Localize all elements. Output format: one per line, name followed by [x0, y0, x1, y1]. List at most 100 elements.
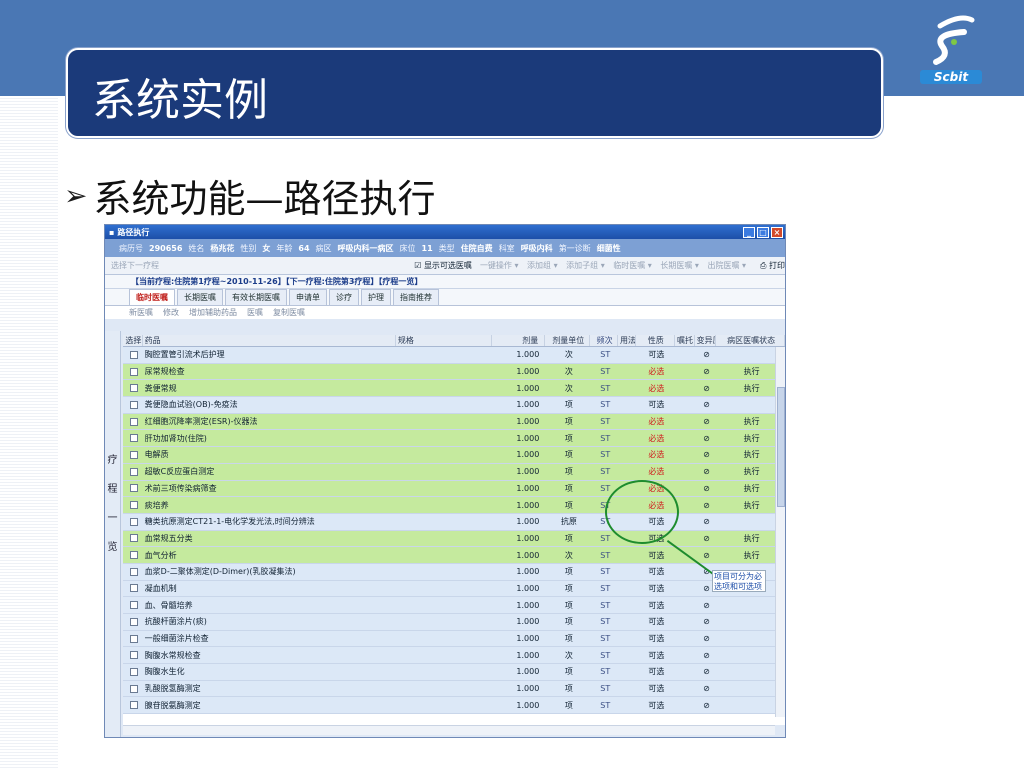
tab-item[interactable]: 有效长期医嘱 [225, 289, 287, 305]
toolbar-item[interactable]: 出院医嘱 ▾ [707, 261, 746, 270]
order-tool-button[interactable]: 复制医嘱 [273, 307, 305, 318]
toolbar-item[interactable]: 添加组 ▾ [527, 261, 560, 270]
table-row[interactable]: 乳酸脱氢酶测定 1.000 项 ST 可选 ⊘ [123, 680, 785, 698]
table-row[interactable]: 抗酸杆菌涂片(痰) 1.000 项 ST 可选 ⊘ [123, 614, 785, 631]
select-checkbox[interactable] [123, 684, 143, 693]
select-checkbox[interactable] [123, 467, 143, 476]
variance-icon[interactable]: ⊘ [695, 651, 717, 660]
select-checkbox[interactable] [123, 501, 143, 510]
variance-icon[interactable]: ⊘ [695, 501, 717, 510]
course-info[interactable]: 【当前疗程:住院第1疗程~2010-11-26】【下一疗程:住院第3疗程】【疗程… [105, 275, 785, 289]
tab-item[interactable]: 临时医嘱 [129, 289, 175, 305]
course-overview-sidebar[interactable]: 疗程一览 [105, 331, 121, 737]
variance-icon[interactable]: ⊘ [695, 384, 717, 393]
horizontal-scrollbar[interactable] [123, 725, 775, 735]
table-row[interactable]: 血、骨髓培养 1.000 项 ST 可选 ⊘ [123, 597, 785, 614]
vertical-scrollbar[interactable] [775, 347, 785, 717]
minimize-icon[interactable]: _ [743, 226, 755, 238]
table-row[interactable]: 一般细菌涂片检查 1.000 项 ST 可选 ⊘ [123, 630, 785, 648]
table-row[interactable]: 肝功加肾功(住院) 1.000 项 ST 必选 ⊘ 执行 [123, 430, 785, 448]
print-button[interactable]: ⎙ 打印 [760, 260, 785, 271]
variance-icon[interactable]: ⊘ [695, 417, 717, 426]
select-checkbox[interactable] [123, 400, 143, 409]
tab-item[interactable]: 申请单 [289, 289, 327, 305]
order-tool-button[interactable]: 新医嘱 [129, 307, 153, 318]
variance-icon[interactable]: ⊘ [695, 400, 717, 409]
order-tool-button[interactable]: 医嘱 [247, 307, 263, 318]
column-header[interactable]: 用法 [618, 335, 636, 346]
variance-icon[interactable]: ⊘ [695, 534, 717, 543]
select-checkbox[interactable] [123, 517, 143, 526]
table-row[interactable]: 电解质 1.000 项 ST 必选 ⊘ 执行 [123, 447, 785, 464]
table-row[interactable]: 血常规五分类 1.000 项 ST 可选 ⊘ 执行 [123, 530, 785, 548]
tab-item[interactable]: 护理 [361, 289, 391, 305]
table-row[interactable]: 胸腹水常规检查 1.000 次 ST 可选 ⊘ [123, 647, 785, 665]
select-checkbox[interactable] [123, 551, 143, 560]
toolbar-item[interactable]: 一键操作 ▾ [480, 261, 521, 270]
next-course-button[interactable]: 选择下一疗程 [111, 260, 159, 271]
table-row[interactable]: 胸腹水生化 1.000 项 ST 可选 ⊘ [123, 664, 785, 681]
table-row[interactable]: 糖类抗原测定CT21-1-电化学发光法,时间分辨法 1.000 抗原 ST 可选 ⊘ [123, 513, 785, 531]
table-row[interactable]: 腺苷脱氨酶测定 1.000 项 ST 可选 ⊘ [123, 697, 785, 715]
order-tool-button[interactable]: 修改 [163, 307, 179, 318]
table-row[interactable]: 凝血机制 1.000 项 ST 可选 ⊘ [123, 580, 785, 598]
select-checkbox[interactable] [123, 651, 143, 660]
select-checkbox[interactable] [123, 434, 143, 443]
column-header[interactable]: 频次 [590, 335, 618, 346]
variance-icon[interactable]: ⊘ [695, 551, 717, 560]
column-header[interactable]: 变异原因 [695, 335, 717, 346]
table-row[interactable]: 痰培养 1.000 项 ST 必选 ⊘ 执行 [123, 497, 785, 514]
toolbar-item[interactable]: 添加子组 ▾ [566, 261, 607, 270]
toolbar-item[interactable]: 长期医嘱 ▾ [660, 261, 701, 270]
tab-item[interactable]: 诊疗 [329, 289, 359, 305]
variance-icon[interactable]: ⊘ [695, 684, 717, 693]
tab-item[interactable]: 长期医嘱 [177, 289, 223, 305]
select-checkbox[interactable] [123, 634, 143, 643]
column-header[interactable]: 性质 [636, 335, 675, 346]
select-checkbox[interactable] [123, 567, 143, 576]
column-header[interactable]: 剂量单位 [545, 335, 591, 346]
order-tool-button[interactable]: 增加辅助药品 [189, 307, 237, 318]
select-checkbox[interactable] [123, 417, 143, 426]
variance-icon[interactable]: ⊘ [695, 617, 717, 626]
show-optional-checkbox[interactable]: ☑ 显示可选医嘱 [414, 260, 472, 271]
select-checkbox[interactable] [123, 667, 143, 676]
table-row[interactable]: 血浆D-二聚体测定(D-Dimer)(乳胶凝集法) 1.000 项 ST 可选 ⊘ [123, 563, 785, 581]
tab-item[interactable]: 指南推荐 [393, 289, 439, 305]
variance-icon[interactable]: ⊘ [695, 601, 717, 610]
variance-icon[interactable]: ⊘ [695, 667, 717, 676]
column-header[interactable]: 剂量 [492, 335, 546, 346]
close-icon[interactable]: × [771, 226, 783, 238]
select-checkbox[interactable] [123, 484, 143, 493]
table-row[interactable]: 粪便常规 1.000 次 ST 必选 ⊘ 执行 [123, 380, 785, 398]
table-row[interactable]: 粪便隐血试验(OB)-免疫法 1.000 项 ST 可选 ⊘ [123, 397, 785, 414]
variance-icon[interactable]: ⊘ [695, 367, 717, 376]
table-row[interactable]: 红细胞沉降率测定(ESR)-仪器法 1.000 项 ST 必选 ⊘ 执行 [123, 413, 785, 431]
table-row[interactable]: 超敏C反应蛋白测定 1.000 项 ST 必选 ⊘ 执行 [123, 463, 785, 481]
toolbar-item[interactable]: 临时医嘱 ▾ [613, 261, 654, 270]
select-checkbox[interactable] [123, 450, 143, 459]
select-checkbox[interactable] [123, 601, 143, 610]
column-header[interactable]: 选择 [123, 335, 143, 346]
variance-icon[interactable]: ⊘ [695, 350, 717, 359]
variance-icon[interactable]: ⊘ [695, 434, 717, 443]
variance-icon[interactable]: ⊘ [695, 517, 717, 526]
column-header[interactable]: 嘱托 [675, 335, 695, 346]
select-checkbox[interactable] [123, 534, 143, 543]
maximize-icon[interactable]: □ [757, 226, 769, 238]
variance-icon[interactable]: ⊘ [695, 484, 717, 493]
variance-icon[interactable]: ⊘ [695, 634, 717, 643]
select-checkbox[interactable] [123, 384, 143, 393]
variance-icon[interactable]: ⊘ [695, 450, 717, 459]
table-row[interactable]: 尿常规检查 1.000 次 ST 必选 ⊘ 执行 [123, 363, 785, 381]
select-checkbox[interactable] [123, 617, 143, 626]
column-header[interactable]: 病区医嘱状态 [716, 335, 785, 346]
column-header[interactable]: 规格 [396, 335, 493, 346]
variance-icon[interactable]: ⊘ [695, 467, 717, 476]
table-row[interactable]: 术前三项传染病筛查 1.000 项 ST 必选 ⊘ 执行 [123, 480, 785, 498]
select-checkbox[interactable] [123, 350, 143, 359]
select-checkbox[interactable] [123, 701, 143, 710]
select-checkbox[interactable] [123, 367, 143, 376]
variance-icon[interactable]: ⊘ [695, 701, 717, 710]
select-checkbox[interactable] [123, 584, 143, 593]
